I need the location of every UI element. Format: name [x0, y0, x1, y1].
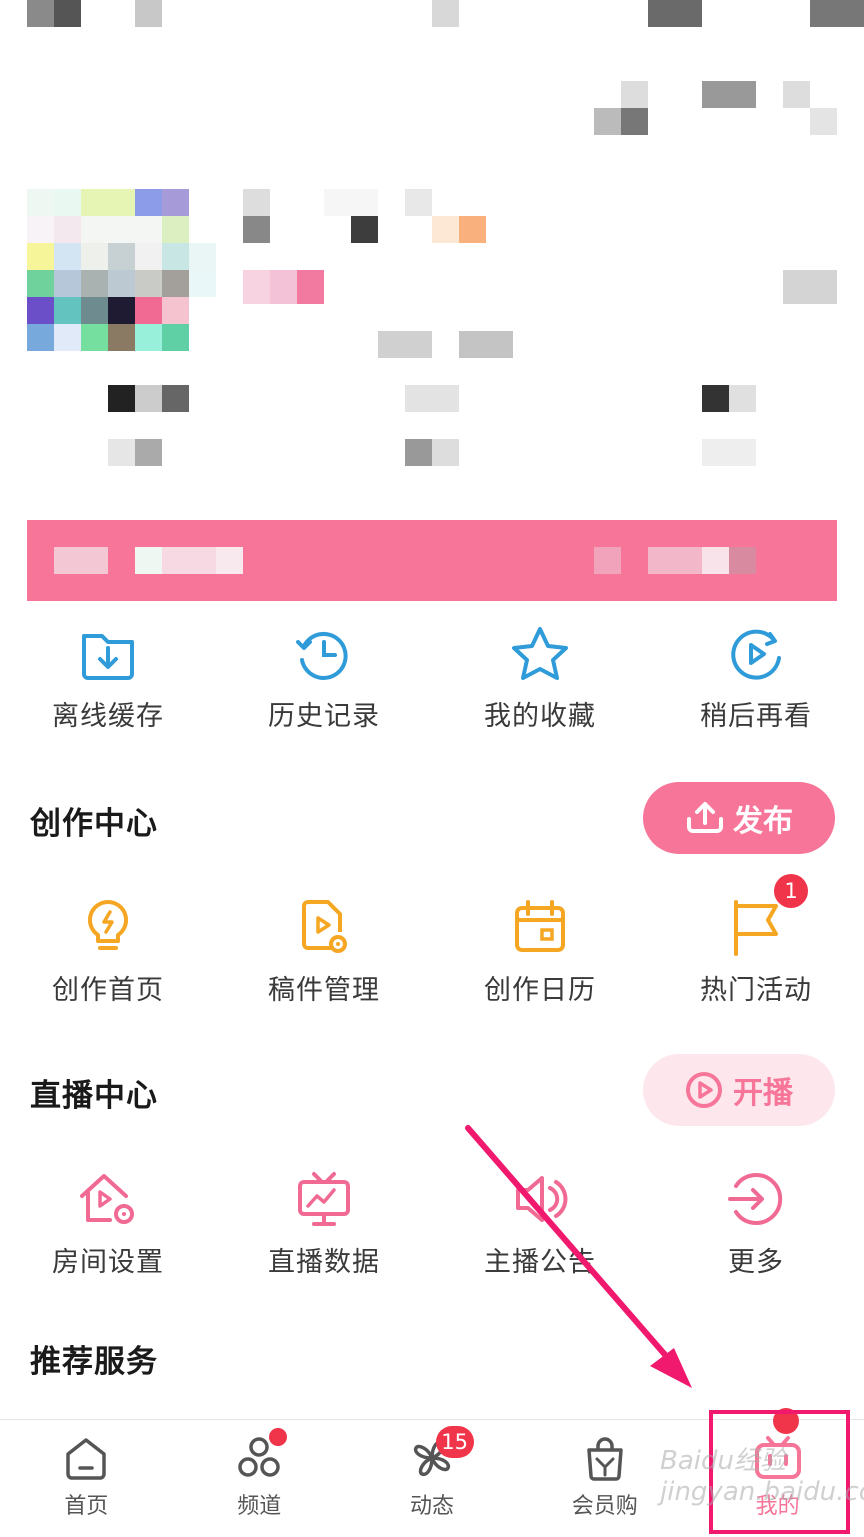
streamer-announcement-button[interactable]: 主播公告	[432, 1170, 648, 1279]
upload-icon	[687, 802, 723, 833]
room-settings-icon	[80, 1174, 134, 1224]
star-icon	[512, 627, 568, 680]
creation-home-label: 创作首页	[52, 975, 164, 1006]
tab-home[interactable]: 首页	[0, 1420, 173, 1537]
room-settings-label: 房间设置	[52, 1247, 164, 1278]
tab-member-shop-label: 会员购	[571, 1494, 638, 1519]
shopping-bag-icon	[587, 1437, 623, 1481]
creation-center-title: 创作中心	[30, 806, 158, 842]
channel-badge-dot	[268, 1428, 287, 1446]
watch-later-icon	[731, 629, 781, 680]
recommended-services-title: 推荐服务	[30, 1344, 158, 1380]
creation-calendar-label: 创作日历	[484, 975, 596, 1006]
manuscript-icon	[302, 900, 347, 953]
more-arrow-icon	[728, 1173, 783, 1225]
favorites-label: 我的收藏	[484, 701, 596, 732]
creation-calendar-button[interactable]: 创作日历	[432, 898, 648, 1007]
manuscript-manage-button[interactable]: 稿件管理	[216, 898, 432, 1007]
publish-label: 发布	[733, 804, 793, 839]
publish-button[interactable]: 发布	[643, 782, 835, 854]
dynamic-badge: 15	[435, 1426, 474, 1458]
tab-home-label: 首页	[64, 1494, 109, 1519]
start-live-button[interactable]: 开播	[643, 1054, 835, 1126]
live-data-icon	[298, 1172, 350, 1226]
creation-home-button[interactable]: 创作首页	[0, 898, 216, 1007]
play-circle-icon	[686, 1072, 722, 1108]
annotation-highlight-box	[709, 1410, 850, 1534]
more-label: 更多	[728, 1247, 784, 1278]
hot-activities-badge: 1	[774, 874, 808, 908]
live-center-title: 直播中心	[30, 1078, 158, 1114]
tab-dynamic-label: 动态	[409, 1494, 454, 1519]
home-icon	[66, 1438, 107, 1480]
streamer-announcement-label: 主播公告	[484, 1247, 596, 1278]
tab-channel[interactable]: 频道	[173, 1420, 346, 1537]
offline-cache-label: 离线缓存	[52, 701, 164, 732]
hot-activities-button[interactable]: 热门活动 1	[648, 874, 864, 1007]
live-data-label: 直播数据	[268, 1247, 380, 1278]
live-center-row: 房间设置 直播数据 主播公告 更多	[0, 1170, 864, 1279]
download-folder-icon	[82, 634, 134, 680]
manuscript-manage-label: 稿件管理	[268, 975, 380, 1006]
offline-cache-button[interactable]: 离线缓存	[0, 626, 216, 733]
room-settings-button[interactable]: 房间设置	[0, 1170, 216, 1279]
more-button[interactable]: 更多	[648, 1170, 864, 1279]
creation-center-row: 创作首页 稿件管理 创作日历 热门活动 1	[0, 874, 864, 1007]
announcement-icon	[516, 1176, 568, 1222]
history-label: 历史记录	[268, 701, 380, 732]
calendar-icon	[515, 900, 565, 952]
watch-later-button[interactable]: 稍后再看	[648, 626, 864, 733]
favorites-button[interactable]: 我的收藏	[432, 626, 648, 733]
quick-actions-row: 离线缓存 历史记录 我的收藏 稍后再看	[0, 626, 864, 733]
lightbulb-icon	[87, 899, 129, 950]
watch-later-label: 稍后再看	[700, 701, 812, 732]
flag-icon	[734, 900, 778, 956]
live-data-button[interactable]: 直播数据	[216, 1170, 432, 1279]
tab-channel-label: 频道	[237, 1494, 282, 1519]
history-clock-icon	[296, 631, 348, 680]
hot-activities-label: 热门活动	[700, 975, 812, 1006]
start-live-label: 开播	[733, 1076, 793, 1111]
history-button[interactable]: 历史记录	[216, 626, 432, 733]
tab-member-shop[interactable]: 会员购	[518, 1420, 691, 1537]
tab-dynamic[interactable]: 动态 15	[346, 1420, 519, 1537]
